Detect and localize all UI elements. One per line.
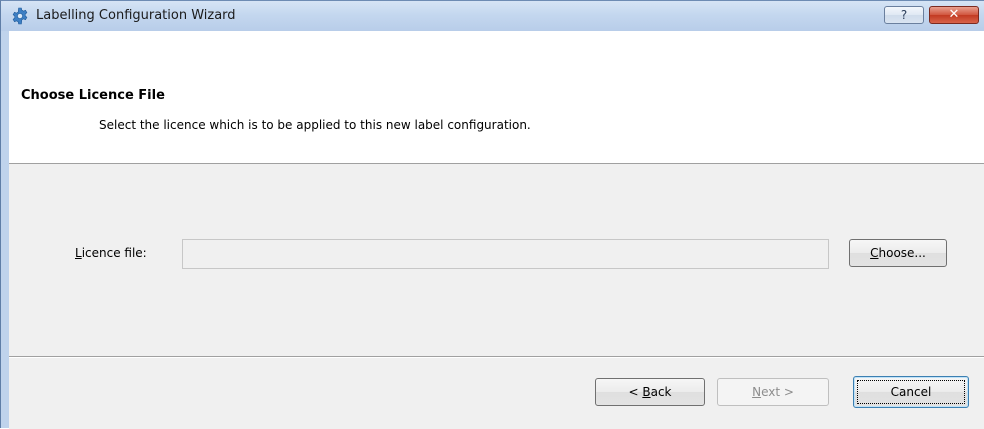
question-icon: ? (900, 8, 908, 22)
back-button[interactable]: < Back (595, 378, 705, 406)
window-title: Labelling Configuration Wizard (36, 8, 236, 23)
wizard-client-area: Choose Licence File Select the licence w… (9, 31, 984, 429)
close-button[interactable]: ✕ (929, 6, 979, 24)
next-button[interactable]: Next > (717, 378, 829, 406)
focus-rectangle (857, 380, 965, 404)
wizard-header: Choose Licence File Select the licence w… (9, 31, 984, 164)
licence-file-label: Licence file: (75, 246, 147, 260)
help-button[interactable]: ? (884, 6, 924, 24)
close-icon: ✕ (948, 7, 960, 22)
choose-button[interactable]: Choose... (849, 239, 947, 267)
wizard-window: Labelling Configuration Wizard ? ✕ Choos… (0, 0, 984, 429)
licence-file-input[interactable] (182, 239, 829, 269)
page-title: Choose Licence File (21, 88, 165, 103)
page-subtitle: Select the licence which is to be applie… (99, 118, 531, 132)
gear-icon (12, 7, 28, 25)
cancel-button[interactable]: Cancel (853, 376, 969, 408)
footer-separator (9, 356, 984, 358)
title-bar[interactable]: Labelling Configuration Wizard ? ✕ (1, 1, 984, 31)
